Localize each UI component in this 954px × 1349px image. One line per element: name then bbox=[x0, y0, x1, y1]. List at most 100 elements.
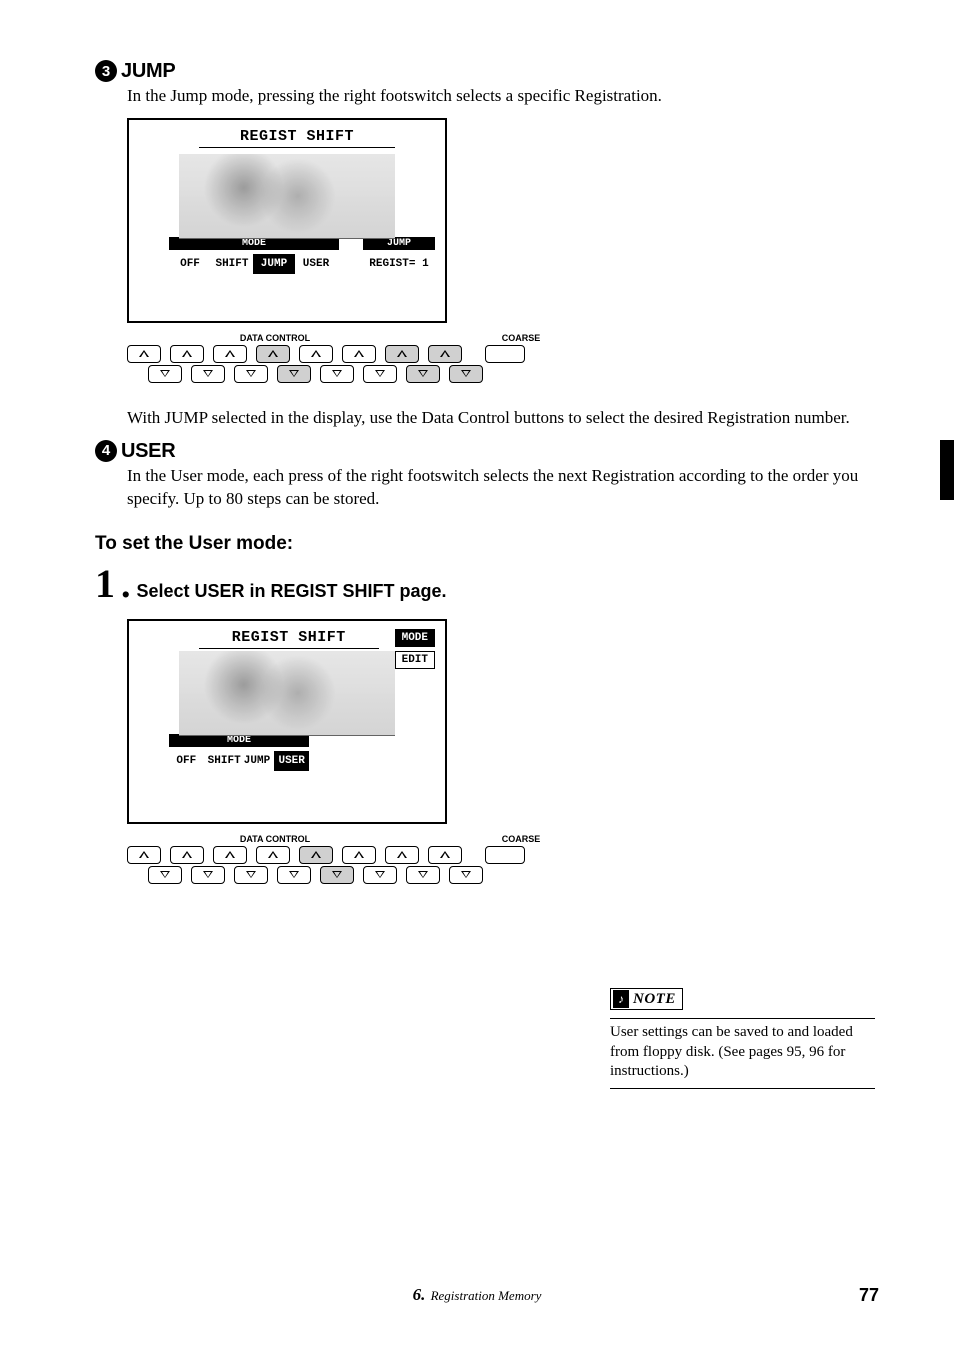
thumb-tab bbox=[940, 440, 954, 500]
user-mode-heading: To set the User mode: bbox=[95, 533, 879, 555]
triangle-up-icon bbox=[354, 350, 364, 357]
triangle-up-icon bbox=[397, 350, 407, 357]
coarse-button[interactable] bbox=[485, 846, 525, 864]
dc-up-button[interactable] bbox=[428, 846, 462, 864]
dc-up-button[interactable] bbox=[342, 846, 376, 864]
lcd-graphic bbox=[179, 651, 395, 736]
data-control-label: DATA CONTROL bbox=[127, 333, 495, 343]
dc-up-button[interactable] bbox=[385, 846, 419, 864]
triangle-up-icon bbox=[397, 851, 407, 858]
lcd-page-mode: MODE bbox=[395, 629, 435, 647]
coarse-label: COARSE bbox=[495, 834, 547, 844]
dc-down-button[interactable] bbox=[363, 866, 397, 884]
dc-up-button[interactable] bbox=[127, 345, 161, 363]
triangle-down-icon bbox=[160, 871, 170, 878]
triangle-down-icon bbox=[418, 871, 428, 878]
triangle-up-icon bbox=[182, 851, 192, 858]
dc-up-button[interactable] bbox=[213, 345, 247, 363]
dc-down-button[interactable] bbox=[449, 866, 483, 884]
triangle-down-icon bbox=[203, 871, 213, 878]
dc-down-button[interactable] bbox=[406, 365, 440, 383]
lcd-option-jump: JUMP bbox=[253, 254, 295, 274]
lcd-page-edit: EDIT bbox=[395, 651, 435, 669]
triangle-up-icon bbox=[311, 350, 321, 357]
lcd-option-shift: SHIFT bbox=[211, 254, 253, 274]
note-icon: ♪ bbox=[613, 990, 629, 1008]
triangle-down-icon bbox=[418, 370, 428, 377]
section-jump-body: In the Jump mode, pressing the right foo… bbox=[127, 85, 879, 108]
heading-number-circle: 3 bbox=[95, 60, 117, 82]
note-badge: ♪ NOTE bbox=[610, 988, 683, 1010]
section-user-heading: 4 USER bbox=[95, 440, 879, 463]
dc-down-button[interactable] bbox=[148, 365, 182, 383]
page-number: 77 bbox=[859, 1285, 879, 1306]
data-control-row-2: DATA CONTROL COARSE bbox=[127, 834, 547, 884]
dc-down-button[interactable] bbox=[406, 866, 440, 884]
triangle-up-icon bbox=[440, 851, 450, 858]
dc-up-button[interactable] bbox=[299, 345, 333, 363]
dc-down-button[interactable] bbox=[148, 866, 182, 884]
dc-up-button[interactable] bbox=[170, 846, 204, 864]
dc-up-button[interactable] bbox=[256, 345, 290, 363]
triangle-down-icon bbox=[203, 370, 213, 377]
triangle-down-icon bbox=[375, 370, 385, 377]
section-user-body: In the User mode, each press of the righ… bbox=[127, 465, 879, 511]
dc-up-button[interactable] bbox=[385, 345, 419, 363]
triangle-down-icon bbox=[461, 871, 471, 878]
lcd-figure-user: REGIST SHIFT MODE EDIT MODE OFF SHIFT JU… bbox=[127, 619, 879, 824]
step-dot: . bbox=[121, 563, 131, 607]
coarse-button[interactable] bbox=[485, 345, 525, 363]
page-footer: 6. Registration Memory 77 bbox=[0, 1285, 954, 1305]
triangle-up-icon bbox=[311, 851, 321, 858]
dc-down-button[interactable] bbox=[277, 365, 311, 383]
data-control-label: DATA CONTROL bbox=[127, 834, 495, 844]
triangle-down-icon bbox=[289, 871, 299, 878]
triangle-up-icon bbox=[225, 350, 235, 357]
dc-up-button[interactable] bbox=[170, 345, 204, 363]
dc-down-button[interactable] bbox=[191, 866, 225, 884]
triangle-down-icon bbox=[160, 370, 170, 377]
note-label: NOTE bbox=[633, 991, 676, 1008]
section-jump-heading: 3 JUMP bbox=[95, 60, 879, 83]
triangle-up-icon bbox=[440, 350, 450, 357]
heading-title: USER bbox=[121, 440, 175, 463]
section-jump-after: With JUMP selected in the display, use t… bbox=[127, 407, 879, 430]
dc-up-button[interactable] bbox=[127, 846, 161, 864]
step-number: 1 bbox=[95, 564, 115, 604]
triangle-up-icon bbox=[225, 851, 235, 858]
coarse-label: COARSE bbox=[495, 333, 547, 343]
lcd-option-user: USER bbox=[274, 751, 309, 771]
data-control-row-1: DATA CONTROL COARSE bbox=[127, 333, 547, 383]
triangle-down-icon bbox=[461, 370, 471, 377]
lcd-option-shift: SHIFT bbox=[204, 751, 240, 771]
dc-down-button[interactable] bbox=[234, 866, 268, 884]
dc-down-button[interactable] bbox=[449, 365, 483, 383]
footer-chapter-title: Registration Memory bbox=[431, 1288, 542, 1303]
heading-number-circle: 4 bbox=[95, 440, 117, 462]
dc-up-button[interactable] bbox=[256, 846, 290, 864]
dc-down-button[interactable] bbox=[363, 365, 397, 383]
dc-up-button[interactable] bbox=[428, 345, 462, 363]
triangle-down-icon bbox=[289, 370, 299, 377]
triangle-down-icon bbox=[332, 871, 342, 878]
triangle-up-icon bbox=[139, 350, 149, 357]
dc-down-button[interactable] bbox=[234, 365, 268, 383]
page-content: 3 JUMP In the Jump mode, pressing the ri… bbox=[95, 60, 879, 884]
dc-up-button[interactable] bbox=[213, 846, 247, 864]
dc-down-button[interactable] bbox=[320, 365, 354, 383]
lcd-figure-jump: REGIST SHIFT MODE OFF SHIFT JUMP USER JU… bbox=[127, 118, 879, 323]
lcd-option-jump: JUMP bbox=[240, 751, 275, 771]
dc-down-button[interactable] bbox=[191, 365, 225, 383]
dc-down-button[interactable] bbox=[277, 866, 311, 884]
dc-up-button[interactable] bbox=[299, 846, 333, 864]
triangle-up-icon bbox=[268, 851, 278, 858]
triangle-up-icon bbox=[182, 350, 192, 357]
dc-up-button[interactable] bbox=[342, 345, 376, 363]
note-box: ♪ NOTE User settings can be saved to and… bbox=[610, 988, 875, 1089]
triangle-down-icon bbox=[246, 370, 256, 377]
triangle-up-icon bbox=[354, 851, 364, 858]
lcd-option-off: OFF bbox=[169, 751, 204, 771]
note-text: User settings can be saved to and loaded… bbox=[610, 1023, 875, 1082]
dc-down-button[interactable] bbox=[320, 866, 354, 884]
triangle-down-icon bbox=[375, 871, 385, 878]
